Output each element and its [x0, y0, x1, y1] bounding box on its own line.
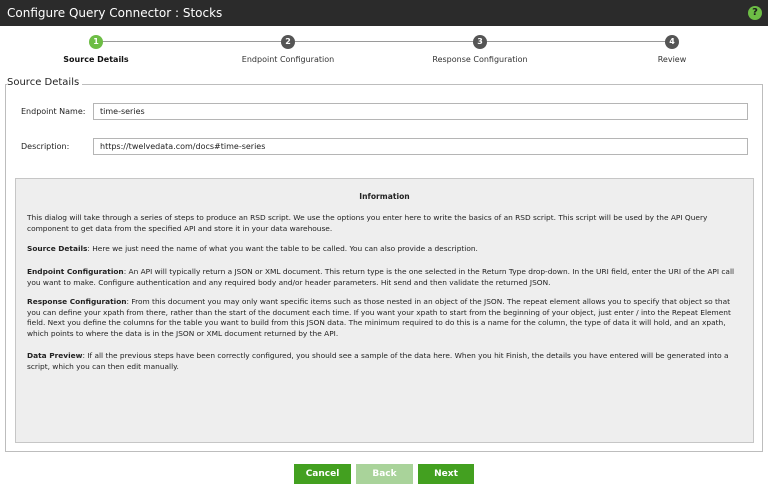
back-button[interactable]: Back: [356, 464, 413, 484]
step-endpoint-configuration[interactable]: 2 Endpoint Configuration: [208, 30, 368, 64]
description-label: Description:: [21, 142, 70, 151]
step-label: Source Details: [63, 55, 129, 64]
info-section-text: : An API will typically return a JSON or…: [27, 267, 735, 287]
question-circle-icon[interactable]: ?: [748, 6, 762, 20]
wizard-stepper: 1 Source Details 2 Endpoint Configuratio…: [0, 30, 768, 70]
information-panel: Information This dialog will take throug…: [15, 178, 754, 443]
info-section-data-preview: Data Preview: If all the previous steps …: [27, 351, 739, 372]
info-section-source-details: Source Details: Here we just need the na…: [27, 244, 739, 255]
info-section-text: : From this document you may only want s…: [27, 297, 731, 338]
info-section-heading: Data Preview: [27, 351, 83, 360]
window-title: Configure Query Connector : Stocks: [7, 6, 223, 20]
source-details-legend: Source Details: [7, 77, 83, 88]
information-intro: This dialog will take through a series o…: [27, 213, 708, 233]
info-section-heading: Response Configuration: [27, 297, 127, 306]
endpoint-name-label: Endpoint Name:: [21, 107, 86, 116]
step-source-details[interactable]: 1 Source Details: [16, 30, 176, 64]
info-section-text: : Here we just need the name of what you…: [87, 244, 478, 253]
stepper-connector-line: [96, 41, 672, 42]
step-response-configuration[interactable]: 3 Response Configuration: [400, 30, 560, 64]
endpoint-name-input[interactable]: time-series: [93, 103, 748, 120]
info-section-response-configuration: Response Configuration: From this docume…: [27, 297, 739, 339]
description-input[interactable]: https://twelvedata.com/docs#time-series: [93, 138, 748, 155]
info-section-heading: Source Details: [27, 244, 88, 253]
next-button[interactable]: Next: [418, 464, 474, 484]
step-review[interactable]: 4 Review: [592, 30, 752, 64]
step-number-badge: 2: [281, 35, 295, 49]
window-titlebar: Configure Query Connector : Stocks ?: [0, 0, 768, 26]
step-label: Endpoint Configuration: [241, 55, 335, 64]
information-title: Information: [359, 192, 410, 201]
cancel-button[interactable]: Cancel: [294, 464, 351, 484]
info-section-text: : If all the previous steps have been co…: [27, 351, 729, 371]
step-label: Response Configuration: [432, 55, 528, 64]
info-section-heading: Endpoint Configuration: [27, 267, 124, 276]
step-number-badge: 4: [665, 35, 679, 49]
info-section-endpoint-configuration: Endpoint Configuration: An API will typi…: [27, 267, 739, 288]
step-number-badge: 1: [89, 35, 103, 49]
step-number-badge: 3: [473, 35, 487, 49]
step-label: Review: [657, 55, 687, 64]
